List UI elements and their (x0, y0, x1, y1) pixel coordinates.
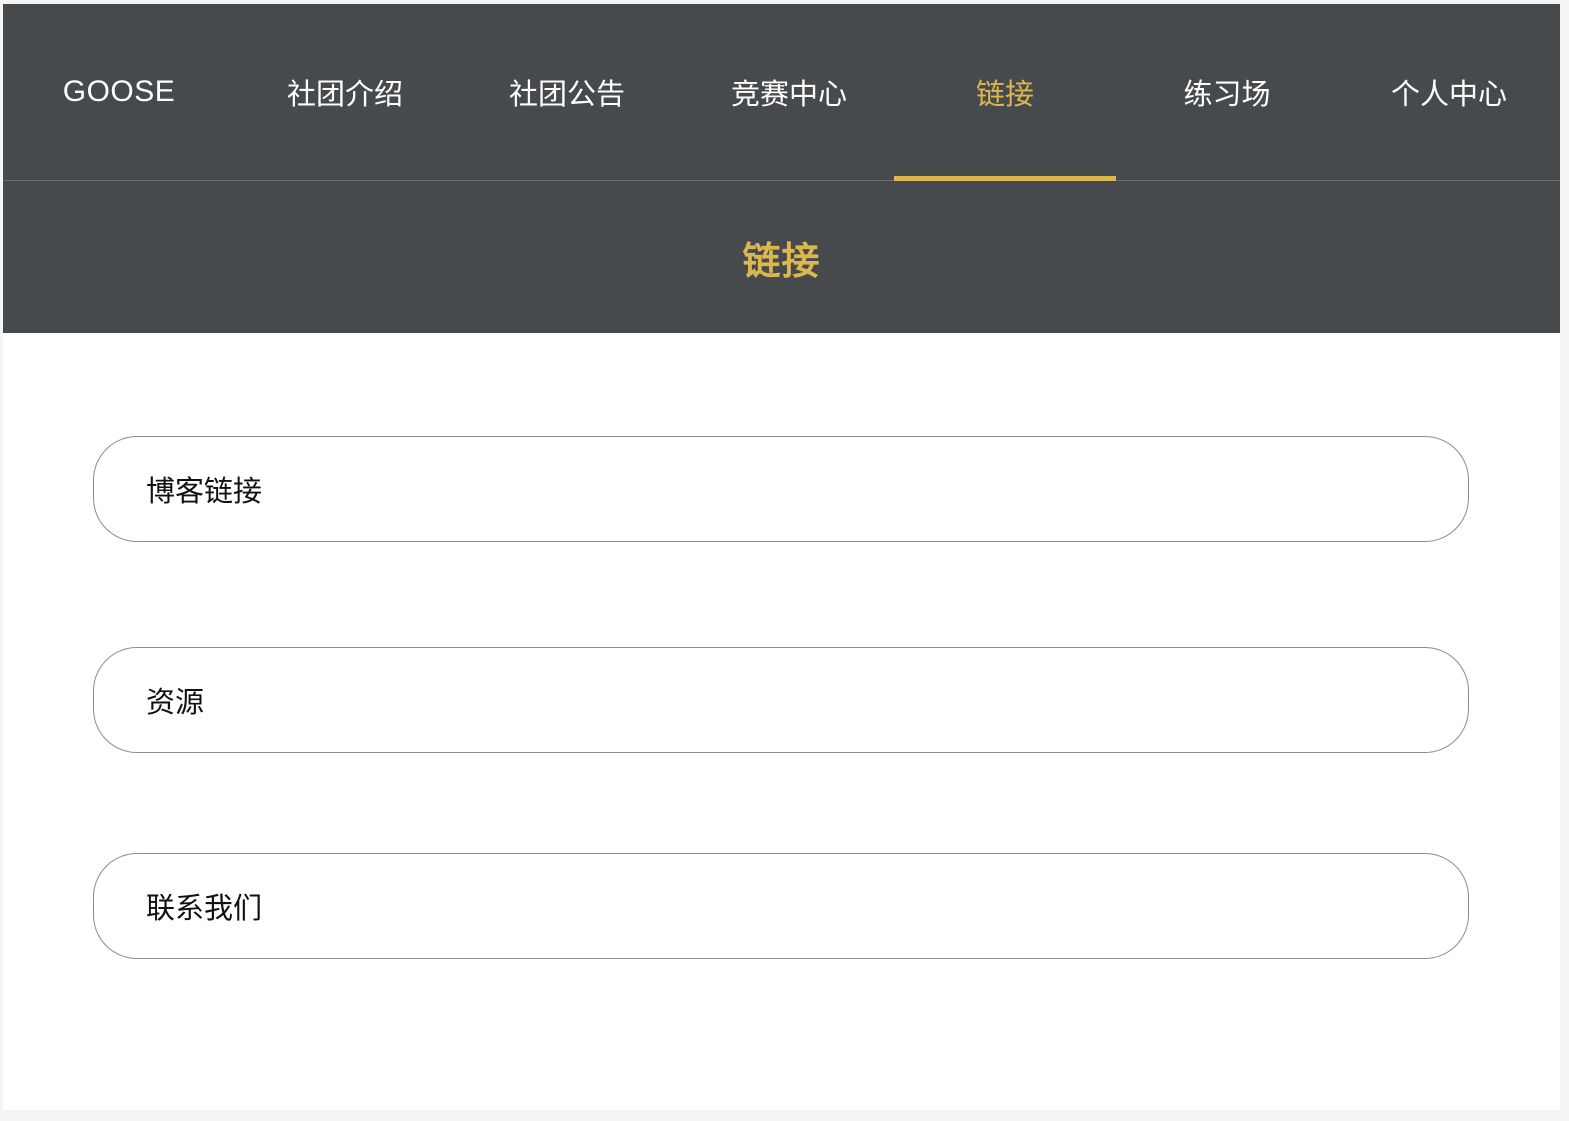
nav-item-club-intro[interactable]: 社团介绍 (234, 4, 456, 180)
link-card-label: 资源 (146, 685, 205, 719)
link-card-contact-us[interactable]: 联系我们 (93, 853, 1469, 959)
nav-item-links[interactable]: 链接 (894, 4, 1116, 181)
brand-logo-link[interactable]: GOOSE (8, 4, 230, 180)
page: GOOSE 社团介绍 社团公告 竞赛中心 链接 练习场 个人中心 链接 博客链接… (3, 4, 1560, 1110)
top-navbar: GOOSE 社团介绍 社团公告 竞赛中心 链接 练习场 个人中心 (3, 4, 1560, 181)
page-title: 链接 (742, 238, 821, 283)
link-card-label: 联系我们 (146, 891, 263, 925)
nav-item-personal-center[interactable]: 个人中心 (1338, 4, 1560, 180)
nav-item-practice[interactable]: 练习场 (1116, 4, 1338, 180)
link-card-label: 博客链接 (146, 474, 263, 508)
page-banner: 链接 (3, 181, 1560, 333)
nav-item-competition-center[interactable]: 竞赛中心 (678, 4, 900, 180)
nav-item-club-announcements[interactable]: 社团公告 (456, 4, 678, 180)
link-card-blog[interactable]: 博客链接 (93, 436, 1469, 542)
link-card-resources[interactable]: 资源 (93, 647, 1469, 753)
